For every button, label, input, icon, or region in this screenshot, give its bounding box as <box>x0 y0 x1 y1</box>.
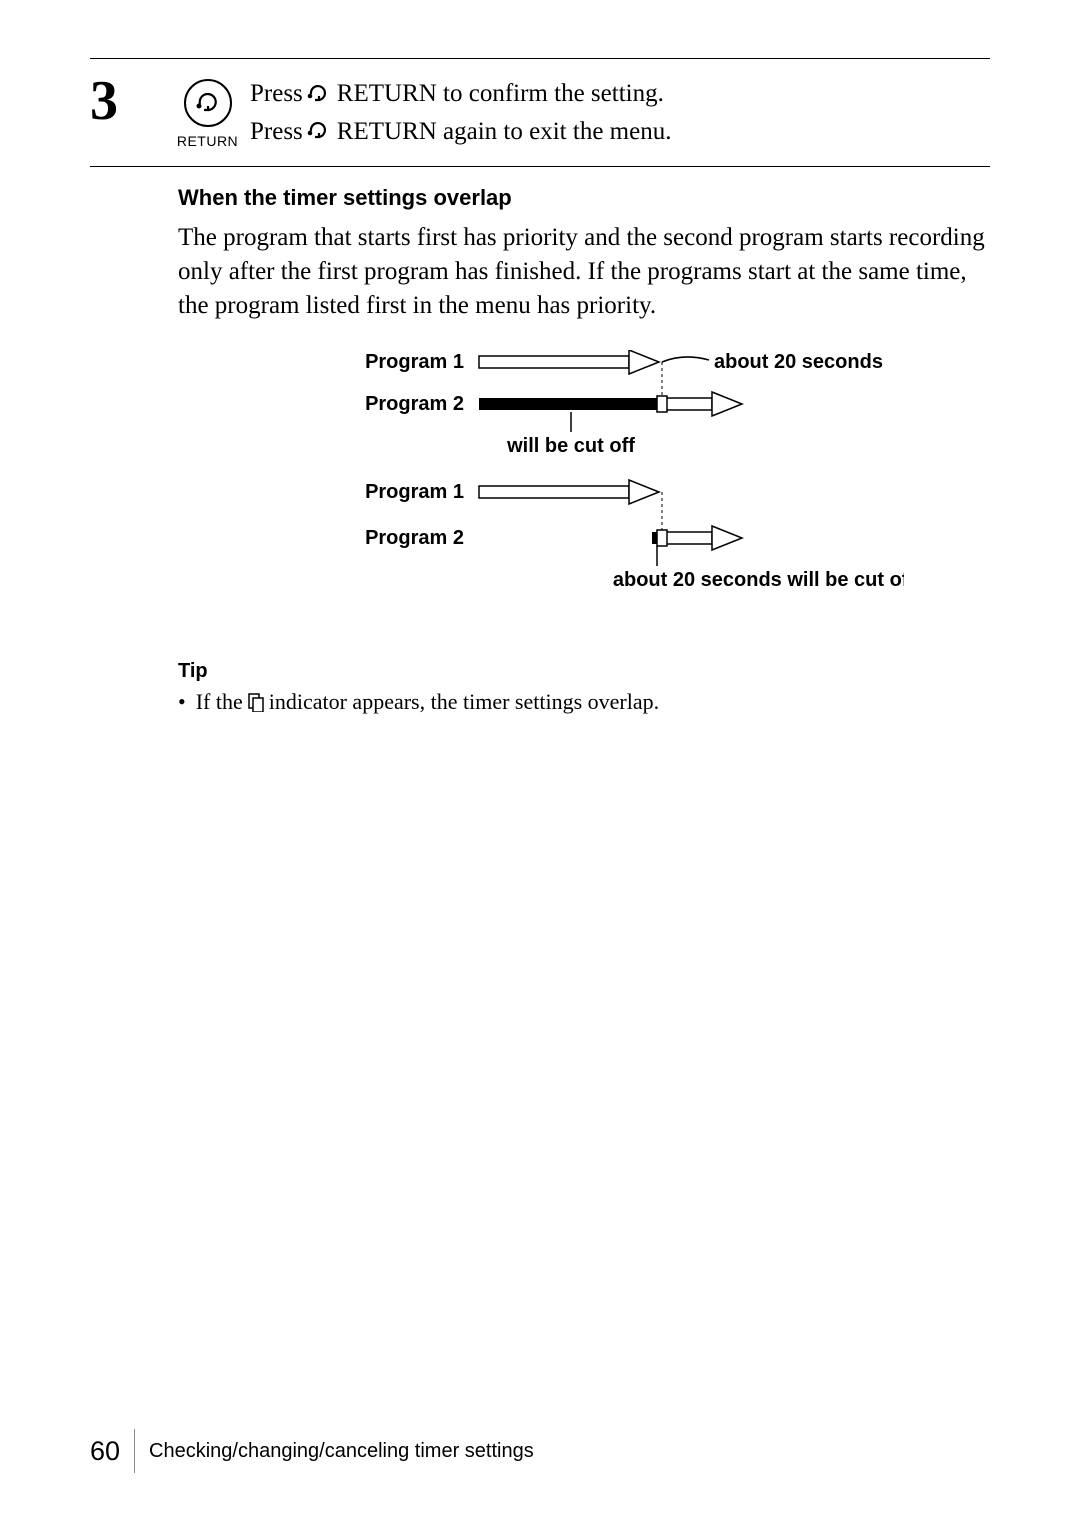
page-number: 60 <box>90 1436 134 1467</box>
overlap-diagram: Program 1 about 20 seconds Program 2 <box>178 350 990 610</box>
return-button-circle <box>184 79 232 127</box>
step-line1-suffix: RETURN to confirm the setting. <box>337 75 664 113</box>
diagram-prog2-label-2: Program 2 <box>365 527 464 549</box>
step-line2-suffix: RETURN again to exit the menu. <box>337 113 672 151</box>
footer-section-title: Checking/changing/canceling timer settin… <box>149 1440 534 1463</box>
overlap-indicator-icon <box>247 692 265 712</box>
diagram-prog1-label: Program 1 <box>365 351 464 373</box>
page-footer: 60 Checking/changing/canceling timer set… <box>90 1429 534 1473</box>
return-arrow-icon <box>195 92 221 114</box>
overlap-heading: When the timer settings overlap <box>178 185 990 211</box>
tip-item: • If the indicator appears, the timer se… <box>178 689 990 715</box>
diagram-prog2-label: Program 2 <box>365 393 464 415</box>
tip-text-suffix: indicator appears, the timer settings ov… <box>269 689 659 715</box>
step-instructions: Press RETURN to confirm the setting. Pre… <box>250 69 990 150</box>
step-line1-prefix: Press <box>250 75 303 113</box>
return-inline-icon <box>307 121 333 141</box>
bullet-icon: • <box>178 689 186 715</box>
return-button-label: RETURN <box>177 133 238 149</box>
step-number: 3 <box>90 69 165 150</box>
footer-divider <box>134 1429 135 1473</box>
tip-text-prefix: If the <box>196 689 243 715</box>
diagram-cutoff-label: will be cut off <box>506 435 635 457</box>
step-3-row: 3 RETURN Press <box>90 59 990 167</box>
return-button-graphic: RETURN <box>165 69 250 150</box>
diagram-prog1-label-2: Program 1 <box>365 481 464 503</box>
tip-section: Tip • If the indicator appears, the time… <box>178 660 990 715</box>
diagram-bottom-label: about 20 seconds will be cut off <box>613 569 904 591</box>
overlap-body: The program that starts first has priori… <box>178 221 990 322</box>
tip-heading: Tip <box>178 660 990 683</box>
return-inline-icon <box>307 84 333 104</box>
diagram-about20-label: about 20 seconds <box>714 351 883 373</box>
step-line2-prefix: Press <box>250 113 303 151</box>
